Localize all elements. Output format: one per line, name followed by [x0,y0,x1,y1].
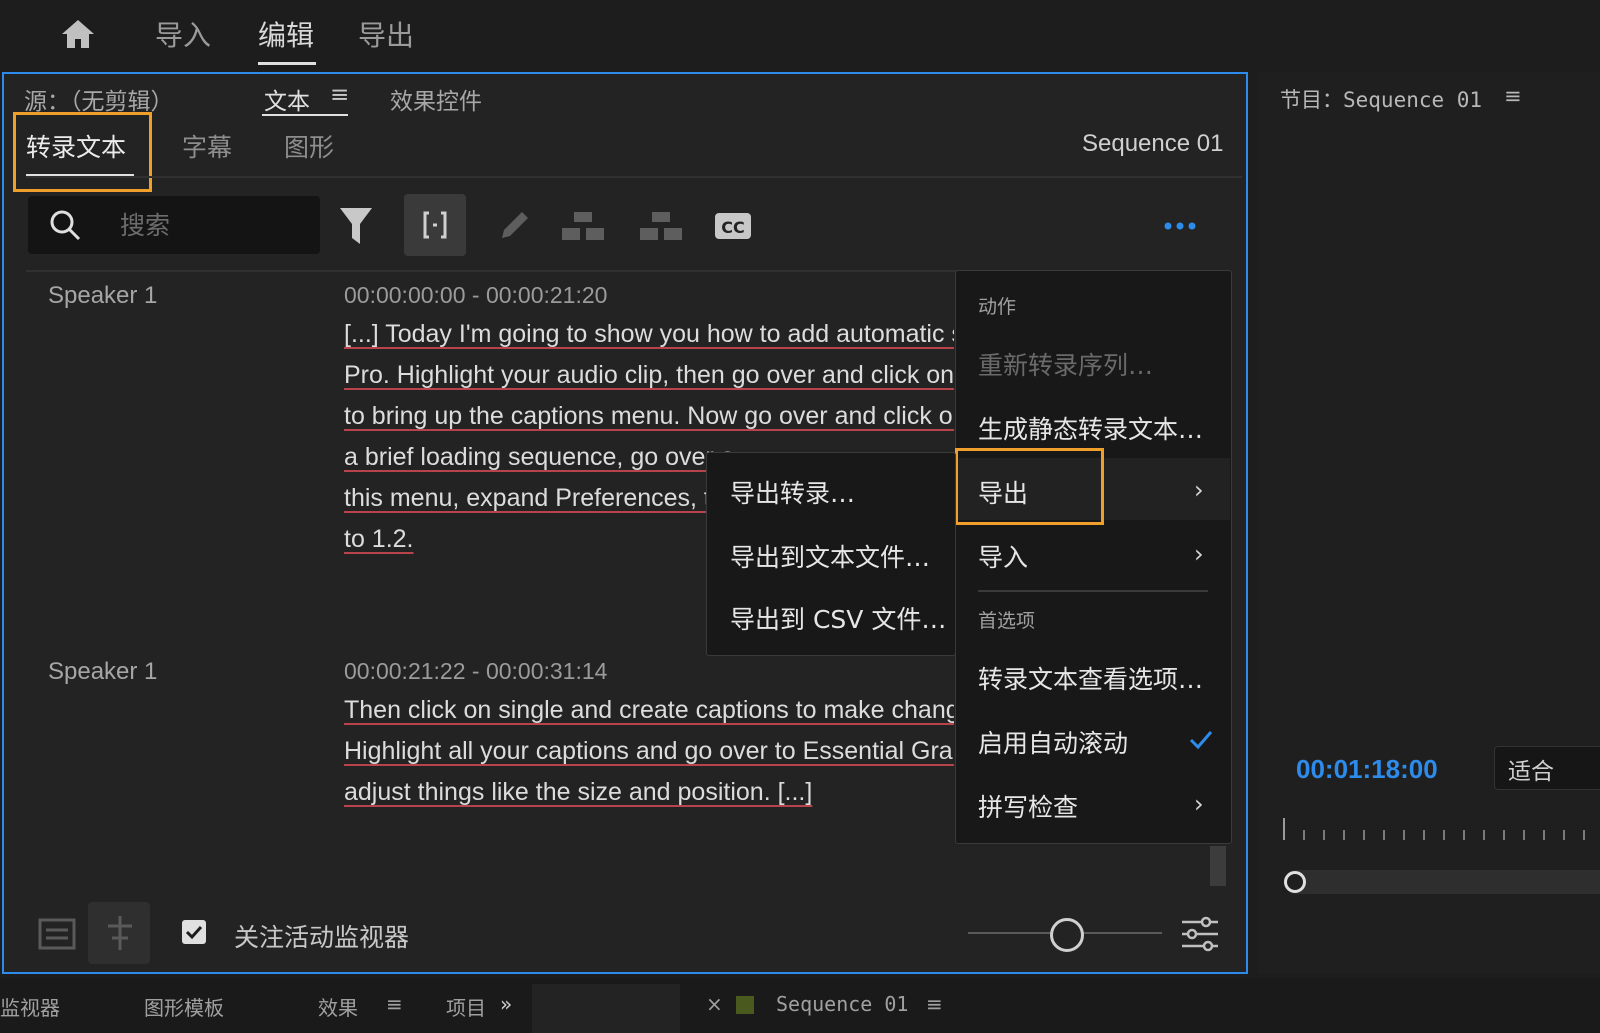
menu-item-spellcheck[interactable]: 拼写检查 [978,788,1078,824]
menu-separator [978,590,1208,592]
nav-active-underline [258,62,316,65]
top-nav-bar: 导入 编辑 导出 [0,0,1600,68]
svg-text:CC: CC [721,218,744,237]
tab-source[interactable]: 源：（无剪辑） [24,82,174,116]
segment-timecode: 00:00:21:22 - 00:00:31:14 [344,658,608,684]
menu-item-autoscroll[interactable]: 启用自动滚动 [978,724,1128,760]
tab-text[interactable]: 文本 [264,82,310,116]
chevron-right-icon: › [1194,476,1204,504]
submenu-item-export-csv[interactable]: 导出到 CSV 文件… [730,600,946,636]
tab-text-underline [262,114,348,116]
tab-monitor[interactable]: 监视器 [0,992,60,1021]
tab-effects[interactable]: 效果 [318,992,358,1021]
speaker-label[interactable]: Speaker 1 [48,282,157,310]
program-panel-title[interactable]: 节目：Sequence 01 [1280,84,1482,114]
transcript-line[interactable]: Highlight all your captions and go over … [344,737,954,766]
merge-icon[interactable] [638,210,684,242]
settings-sliders-icon[interactable] [1180,914,1220,954]
sequence-label: Sequence 01 [1082,130,1224,157]
sequence-color-label [736,996,754,1014]
align-icon [108,916,132,950]
transcript-line[interactable]: [...] Today I'm going to show you how to… [344,320,954,349]
home-icon[interactable] [60,18,96,50]
follow-monitor-checkbox[interactable] [182,920,206,944]
subtab-graphics[interactable]: 图形 [284,128,334,164]
checkmark-icon [185,925,203,940]
program-panel-menu-icon[interactable]: ≡ [1504,84,1522,108]
highlight-box-export [955,448,1104,525]
zoom-slider-handle[interactable] [1050,918,1084,952]
playhead-scrubber-track[interactable] [1284,870,1600,894]
transcript-line[interactable]: a brief loading sequence, go over a [344,443,735,472]
time-ruler[interactable] [1280,818,1600,842]
more-icon[interactable] [1162,220,1198,232]
tab-sequence-menu-icon[interactable]: ≡ [926,992,943,1016]
tab-effects-menu-icon[interactable]: ≡ [386,992,403,1016]
search-icon [50,210,81,241]
timeline-sync-icon[interactable] [36,912,78,954]
transcript-line[interactable]: this menu, expand Preferences, th [344,484,725,513]
checkmark-icon [1189,731,1213,750]
menu-item-view-options[interactable]: 转录文本查看选项… [978,660,1203,696]
filter-icon[interactable] [338,206,374,246]
nav-edit[interactable]: 编辑 [258,14,314,54]
empty-panel [532,984,680,1033]
tab-graphic-templates[interactable]: 图形模板 [144,992,224,1021]
nav-export[interactable]: 导出 [358,14,414,54]
menu-item-retranscribe[interactable]: 重新转录序列… [978,346,1153,382]
submenu-item-export-text[interactable]: 导出到文本文件… [730,538,930,574]
divider [26,270,956,272]
menu-item-import[interactable]: 导入 [978,538,1028,574]
playhead-handle[interactable] [1284,871,1306,893]
program-timecode[interactable]: 00:01:18:00 [1296,754,1438,785]
menu-section-preferences: 首选项 [978,610,1036,632]
close-icon[interactable]: × [706,992,723,1016]
divider [26,176,1242,178]
menu-section-actions: 动作 [978,296,1017,318]
segment-timecode: 00:00:00:00 - 00:00:21:20 [344,282,608,308]
speaker-label[interactable]: Speaker 1 [48,658,157,686]
scrollbar-thumb[interactable] [1210,846,1226,886]
merge-segments-icon [423,211,447,239]
highlight-box-transcript [13,112,152,192]
transcript-line[interactable]: to 1.2. [344,525,414,554]
tab-project[interactable]: 项目 [446,992,486,1021]
transcript-line[interactable]: adjust things like the size and position… [344,778,812,807]
search-placeholder: 搜索 [120,211,171,240]
transcript-line[interactable]: Pro. Highlight your audio clip, then go … [344,361,954,390]
tab-overflow-icon[interactable]: » [500,992,512,1016]
follow-monitor-label: 关注活动监视器 [234,923,410,952]
subtab-captions[interactable]: 字幕 [182,128,232,164]
chevron-right-icon: › [1194,790,1204,818]
transcript-line[interactable]: Then click on single and create captions… [344,696,954,725]
submenu-item-export-transcript[interactable]: 导出转录… [730,474,855,510]
tab-sequence[interactable]: Sequence 01 [776,992,908,1016]
tab-text-menu-icon[interactable]: ≡ [330,82,349,108]
transcript-line[interactable]: to bring up the captions menu. Now go ov… [344,402,954,431]
cc-icon[interactable]: CC [714,212,752,240]
chevron-right-icon: › [1194,540,1204,568]
menu-item-static-transcript[interactable]: 生成静态转录文本… [978,410,1203,446]
nav-import[interactable]: 导入 [155,14,211,54]
split-icon[interactable] [560,210,606,242]
zoom-fit-label: 适合 [1508,759,1554,785]
tab-effect-controls[interactable]: 效果控件 [390,82,482,116]
edit-icon[interactable] [496,208,532,244]
